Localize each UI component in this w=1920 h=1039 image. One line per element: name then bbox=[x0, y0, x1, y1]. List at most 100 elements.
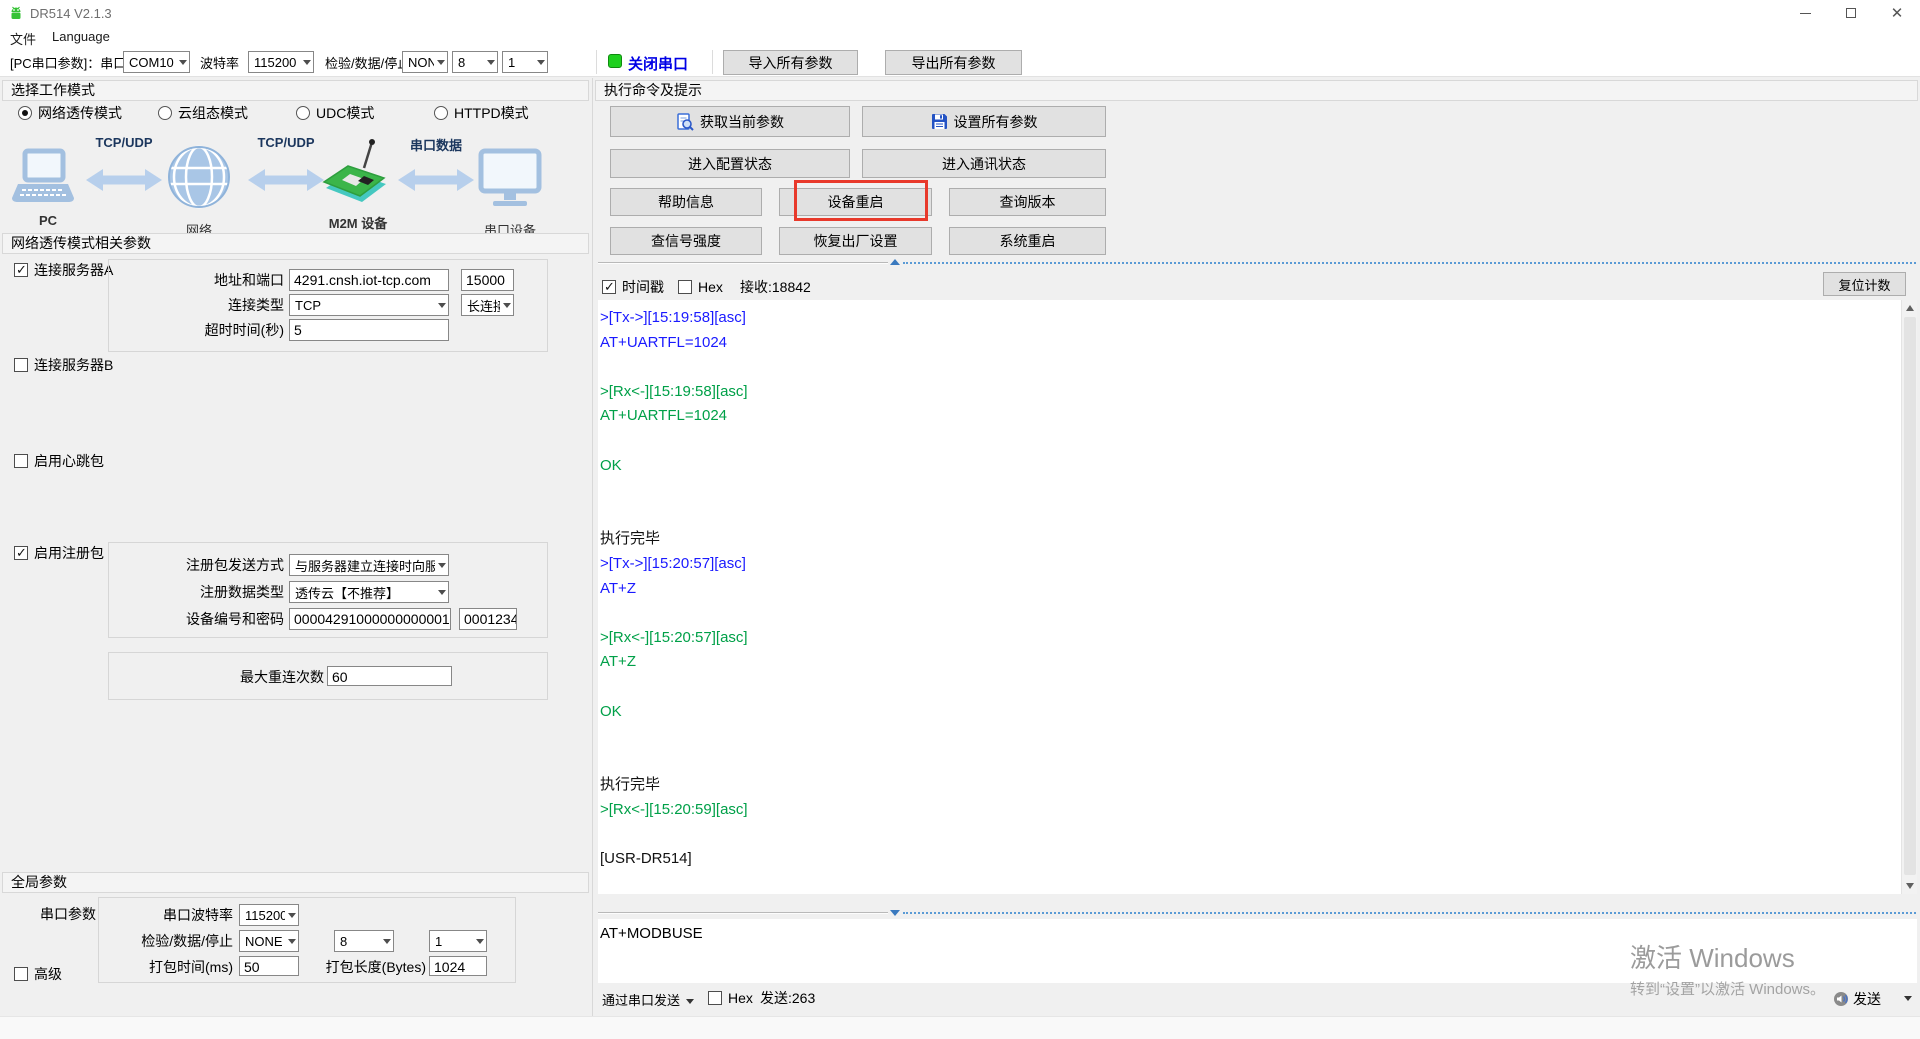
splitter-dotted-track[interactable] bbox=[903, 262, 1916, 264]
log-hex-checkbox[interactable]: Hex bbox=[678, 278, 723, 296]
export-params-button[interactable]: 导出所有参数 bbox=[885, 50, 1022, 75]
timeout-label: 超时时间(秒) bbox=[151, 319, 284, 341]
cmd-button-4-2[interactable]: 恢复出厂设置 bbox=[779, 227, 932, 255]
send-via-serial-button[interactable]: 通过串口发送 bbox=[602, 990, 694, 1009]
save-icon bbox=[931, 113, 948, 130]
cmd-button-label: 查询版本 bbox=[1000, 192, 1056, 212]
reg-datatype-select[interactable]: 透传云【不推荐】 bbox=[289, 581, 449, 603]
cmd-button-2-1[interactable]: 进入配置状态 bbox=[610, 149, 850, 178]
timestamp-checkbox[interactable]: 时间戳 bbox=[602, 278, 664, 296]
heartbeat-checkbox[interactable]: 启用心跳包 bbox=[14, 452, 104, 470]
cmd-button-2-2[interactable]: 进入通讯状态 bbox=[862, 149, 1106, 178]
global-databits-select[interactable]: 8 bbox=[334, 930, 394, 952]
cmd-button-1-2[interactable]: 设置所有参数 bbox=[862, 106, 1106, 137]
work-mode-option[interactable]: 云组态模式 bbox=[158, 104, 248, 122]
work-mode-label: HTTPD模式 bbox=[454, 105, 529, 121]
regpack-box: 注册包发送方式 与服务器建立连接时向服务 注册数据类型 透传云【不推荐】 设备编… bbox=[108, 542, 548, 638]
splitter-groove[interactable] bbox=[598, 262, 888, 264]
global-baud-select[interactable]: 115200 bbox=[239, 904, 299, 926]
global-line-label: 检验/数据/停止 bbox=[129, 930, 233, 952]
work-mode-option[interactable]: HTTPD模式 bbox=[434, 104, 529, 122]
cmd-button-3-3[interactable]: 查询版本 bbox=[949, 188, 1106, 216]
network-globe-icon bbox=[166, 144, 232, 210]
close-icon[interactable]: ✕ bbox=[1874, 0, 1920, 26]
server-port-input[interactable]: 15000 bbox=[461, 269, 514, 291]
log-line bbox=[600, 675, 1880, 700]
reg-send-mode-select[interactable]: 与服务器建立连接时向服务 bbox=[289, 554, 449, 576]
regpack-checkbox[interactable]: 启用注册包 bbox=[14, 544, 104, 562]
global-params-group-header: 全局参数 bbox=[2, 872, 589, 893]
radio-icon[interactable] bbox=[296, 106, 310, 120]
device-password-input[interactable]: 0001234 bbox=[459, 608, 517, 630]
menu-language[interactable]: Language bbox=[52, 29, 110, 44]
splitter-dotted-track[interactable] bbox=[903, 912, 1916, 914]
cmd-button-1-1[interactable]: 获取当前参数 bbox=[610, 106, 850, 137]
link-arrow-icon bbox=[398, 168, 474, 192]
com-port-select[interactable]: COM10 bbox=[123, 51, 190, 73]
timeout-input[interactable]: 5 bbox=[289, 319, 449, 341]
log-line bbox=[600, 355, 1880, 380]
cmd-button-4-1[interactable]: 查信号强度 bbox=[610, 227, 762, 255]
packlen-label: 打包长度(Bytes) bbox=[309, 956, 426, 978]
serial-params-label: 串口参数 bbox=[40, 903, 96, 925]
pc-icon bbox=[10, 148, 76, 210]
stopbits-select[interactable]: 1 bbox=[502, 51, 548, 73]
packtime-input[interactable]: 50 bbox=[239, 956, 299, 976]
checkbox-icon[interactable] bbox=[708, 991, 722, 1005]
checkbox-icon[interactable] bbox=[14, 967, 28, 981]
advanced-checkbox[interactable]: 高级 bbox=[14, 965, 62, 983]
radio-icon[interactable] bbox=[158, 106, 172, 120]
packlen-input[interactable]: 1024 bbox=[429, 956, 487, 976]
checkbox-icon[interactable] bbox=[14, 358, 28, 372]
log-area[interactable]: >[Tx->][15:19:58][asc]AT+UARTFL=1024 >[R… bbox=[598, 300, 1917, 894]
scroll-thumb[interactable] bbox=[1904, 317, 1916, 875]
work-mode-option[interactable]: UDC模式 bbox=[296, 104, 374, 122]
splitter-groove[interactable] bbox=[598, 912, 888, 914]
cmd-button-3-1[interactable]: 帮助信息 bbox=[610, 188, 762, 216]
reset-count-button[interactable]: 复位计数 bbox=[1823, 272, 1906, 296]
global-baud-label: 串口波特率 bbox=[139, 904, 233, 926]
close-port-button[interactable]: 关闭串口 bbox=[628, 53, 688, 74]
chevron-down-icon bbox=[288, 939, 296, 944]
send-hex-checkbox[interactable]: Hex bbox=[708, 989, 753, 1007]
checkbox-icon[interactable] bbox=[14, 263, 28, 277]
send-input-text[interactable]: AT+MODBUSE bbox=[600, 925, 703, 942]
server-a-checkbox[interactable]: 连接服务器A bbox=[14, 261, 113, 279]
m2m-device-icon bbox=[320, 138, 396, 210]
scroll-up-icon[interactable] bbox=[1902, 300, 1918, 316]
maximize-icon[interactable] bbox=[1828, 0, 1874, 26]
global-parity-select[interactable]: NONE bbox=[239, 930, 299, 952]
checkbox-icon[interactable] bbox=[14, 454, 28, 468]
chevron-down-icon[interactable] bbox=[1904, 996, 1912, 1001]
checkbox-icon[interactable] bbox=[678, 280, 692, 294]
splitter-arrow-down-icon[interactable] bbox=[890, 910, 900, 916]
chevron-down-icon bbox=[438, 563, 446, 568]
baud-select[interactable]: 115200 bbox=[248, 51, 314, 73]
server-b-checkbox[interactable]: 连接服务器B bbox=[14, 356, 113, 374]
conn-type-select[interactable]: TCP bbox=[289, 294, 449, 316]
reconnect-input[interactable]: 60 bbox=[327, 666, 452, 686]
radio-icon[interactable] bbox=[18, 106, 32, 120]
menu-file[interactable]: 文件 bbox=[10, 29, 36, 48]
cmd-button-4-3[interactable]: 系统重启 bbox=[949, 227, 1106, 255]
log-line: 执行完毕 bbox=[600, 773, 1880, 798]
databits-select[interactable]: 8 bbox=[452, 51, 498, 73]
import-params-button[interactable]: 导入所有参数 bbox=[723, 50, 858, 75]
server-address-input[interactable]: 4291.cnsh.iot-tcp.com bbox=[289, 269, 449, 291]
radio-icon[interactable] bbox=[434, 106, 448, 120]
keepalive-select[interactable]: 长连接 bbox=[461, 294, 514, 316]
send-button[interactable]: 发送 bbox=[1853, 988, 1881, 1010]
scroll-down-icon[interactable] bbox=[1902, 878, 1918, 894]
checkbox-icon[interactable] bbox=[14, 546, 28, 560]
device-id-input[interactable]: 00004291000000000001 bbox=[289, 608, 451, 630]
global-stopbits-select[interactable]: 1 bbox=[429, 930, 487, 952]
checkbox-icon[interactable] bbox=[602, 280, 616, 294]
baud-label: 波特率 bbox=[200, 53, 239, 72]
splitter-arrow-up-icon[interactable] bbox=[890, 259, 900, 265]
work-mode-option[interactable]: 网络透传模式 bbox=[18, 104, 122, 122]
parity-select[interactable]: NONI bbox=[402, 51, 448, 73]
log-line: AT+UARTFL=1024 bbox=[600, 331, 1880, 356]
minimize-icon[interactable] bbox=[1782, 0, 1828, 26]
log-scrollbar[interactable] bbox=[1901, 300, 1917, 894]
window-title: DR514 V2.1.3 bbox=[30, 6, 112, 21]
